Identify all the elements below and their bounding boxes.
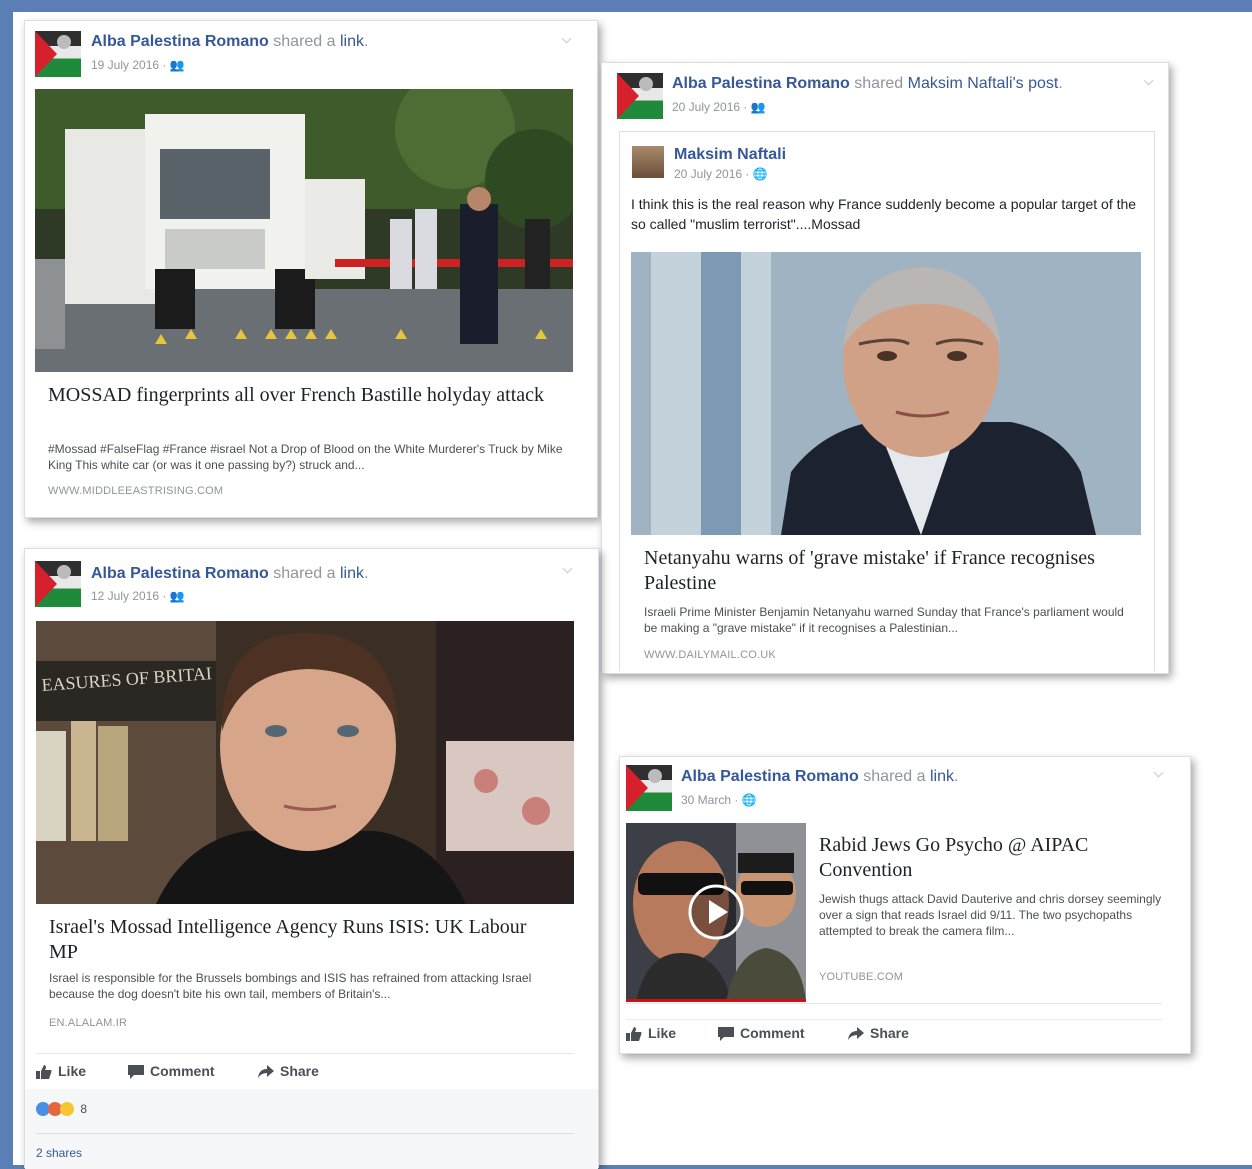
like-label: Like <box>58 1063 87 1079</box>
link-description: Israel is responsible for the Brussels b… <box>49 971 532 1001</box>
comment-label: Comment <box>150 1063 215 1079</box>
header-suffix: . <box>364 33 369 50</box>
shares-count[interactable]: 2 shares <box>36 1146 82 1160</box>
post-header-line: Alba Palestina Romano shared a link. <box>91 565 368 583</box>
chevron-down-icon[interactable] <box>562 35 572 45</box>
friends-audience-icon: 👥 <box>750 100 766 114</box>
post-card-3: Alba Palestina Romano shared a link. 12 … <box>24 548 599 1169</box>
reactions-summary[interactable]: 8 <box>36 1102 87 1116</box>
friends-audience-icon: 👥 <box>169 589 185 603</box>
link-domain: WWW.MIDDLEEASTRISING.COM <box>48 485 224 497</box>
post-date[interactable]: 19 July 2016 <box>91 58 159 72</box>
divider <box>36 1133 574 1134</box>
header-verb: shared a <box>273 565 336 582</box>
post-date[interactable]: 12 July 2016 <box>91 589 159 603</box>
header-suffix: . <box>364 565 369 582</box>
post-header-line: Alba Palestina Romano shared a link. <box>681 768 958 786</box>
header-suffix: . <box>1058 75 1063 92</box>
author-avatar[interactable] <box>35 31 81 77</box>
chevron-down-icon[interactable] <box>1154 769 1164 779</box>
divider <box>626 1019 1162 1020</box>
share-button[interactable]: Share <box>258 1063 319 1079</box>
share-arrow-icon <box>848 1027 864 1040</box>
inner-post-text: I think this is the real reason why Fran… <box>631 196 1137 232</box>
header-suffix: . <box>954 768 959 785</box>
like-button[interactable]: Like <box>36 1063 86 1079</box>
post-date-line: 12 July 2016 · 👥 <box>91 589 185 603</box>
author-name-link[interactable]: Alba Palestina Romano <box>91 565 269 582</box>
divider <box>626 1003 1162 1004</box>
inner-date-line: 20 July 2016 · 🌐 <box>674 167 768 181</box>
inner-author-name[interactable]: Maksim Naftali <box>674 146 786 164</box>
share-label: Share <box>280 1063 319 1079</box>
post-date-line: 19 July 2016 · 👥 <box>91 58 185 72</box>
wow-reaction-icon <box>60 1102 74 1116</box>
author-avatar[interactable] <box>35 561 81 607</box>
like-button[interactable]: Like <box>626 1025 676 1041</box>
action-bar: Like Comment Share <box>36 1061 576 1091</box>
comment-icon <box>718 1027 734 1041</box>
video-thumbnail[interactable] <box>626 823 806 1002</box>
reaction-count: 8 <box>80 1102 88 1116</box>
like-label: Like <box>648 1025 677 1041</box>
post-header-line: Alba Palestina Romano shared a link. <box>91 33 368 51</box>
link-domain: EN.ALALAM.IR <box>49 1017 128 1029</box>
author-avatar[interactable] <box>617 73 663 119</box>
link-domain: WWW.DAILYMAIL.CO.UK <box>644 649 776 661</box>
comment-button[interactable]: Comment <box>128 1063 215 1079</box>
comment-button[interactable]: Comment <box>718 1025 805 1041</box>
header-verb: shared <box>854 75 904 92</box>
thumbs-up-icon <box>36 1065 52 1079</box>
globe-icon: 🌐 <box>752 167 768 181</box>
action-bar: Like Comment Share <box>626 1025 1166 1051</box>
shared-object-link[interactable]: link <box>340 33 364 50</box>
link-preview-image[interactable] <box>35 89 573 372</box>
shared-object-link[interactable]: link <box>340 565 364 582</box>
comment-label: Comment <box>740 1025 805 1041</box>
divider <box>36 1053 574 1054</box>
chevron-down-icon[interactable] <box>563 565 573 575</box>
link-description: #Mossad #FalseFlag #France #israel Not a… <box>48 442 563 472</box>
link-title[interactable]: Rabid Jews Go Psycho @ AIPAC Convention <box>819 833 1139 883</box>
link-domain: YOUTUBE.COM <box>819 971 904 983</box>
globe-icon: 🌐 <box>741 793 757 807</box>
thumbs-up-icon <box>626 1027 642 1041</box>
author-name-link[interactable]: Alba Palestina Romano <box>681 768 859 785</box>
post-card-1: Alba Palestina Romano shared a link. 19 … <box>24 20 598 518</box>
header-verb: shared a <box>273 33 336 50</box>
link-preview-image[interactable]: EASURES OF BRITAI <box>36 621 574 904</box>
post-card-2: Alba Palestina Romano shared Maksim Naft… <box>601 62 1169 674</box>
inner-author-avatar[interactable] <box>632 146 664 178</box>
author-avatar[interactable] <box>626 765 672 811</box>
inner-post-date[interactable]: 20 July 2016 <box>674 167 742 181</box>
link-title[interactable]: Netanyahu warns of 'grave mistake' if Fr… <box>644 546 1124 596</box>
link-description: Israeli Prime Minister Benjamin Netanyah… <box>644 605 1124 635</box>
shared-post-box: Maksim Naftali 20 July 2016 · 🌐 I think … <box>619 131 1155 671</box>
header-verb: shared a <box>863 768 926 785</box>
post-header-line: Alba Palestina Romano shared Maksim Naft… <box>672 75 1063 93</box>
share-button[interactable]: Share <box>848 1025 909 1041</box>
shared-object-link[interactable]: link <box>930 768 954 785</box>
post-date[interactable]: 20 July 2016 <box>672 100 740 114</box>
post-card-4: Alba Palestina Romano shared a link. 30 … <box>619 756 1191 1054</box>
author-name-link[interactable]: Alba Palestina Romano <box>672 75 850 92</box>
share-arrow-icon <box>258 1065 274 1078</box>
author-name-link[interactable]: Alba Palestina Romano <box>91 33 269 50</box>
link-title[interactable]: MOSSAD fingerprints all over French Bast… <box>48 383 563 408</box>
post-date-line: 20 July 2016 · 👥 <box>672 100 766 114</box>
share-label: Share <box>870 1025 909 1041</box>
post-date[interactable]: 30 March <box>681 793 731 807</box>
shared-post-link[interactable]: post <box>1028 75 1058 92</box>
post-date-line: 30 March · 🌐 <box>681 793 757 807</box>
friends-audience-icon: 👥 <box>169 58 185 72</box>
shared-author-link[interactable]: Maksim Naftali's <box>908 75 1024 92</box>
link-preview-image[interactable] <box>631 252 1141 535</box>
link-description: Jewish thugs attack David Dauterive and … <box>819 892 1162 938</box>
reactions-section <box>25 1089 598 1169</box>
chevron-down-icon[interactable] <box>1144 77 1154 87</box>
link-title[interactable]: Israel's Mossad Intelligence Agency Runs… <box>49 915 549 965</box>
comment-icon <box>128 1065 144 1079</box>
